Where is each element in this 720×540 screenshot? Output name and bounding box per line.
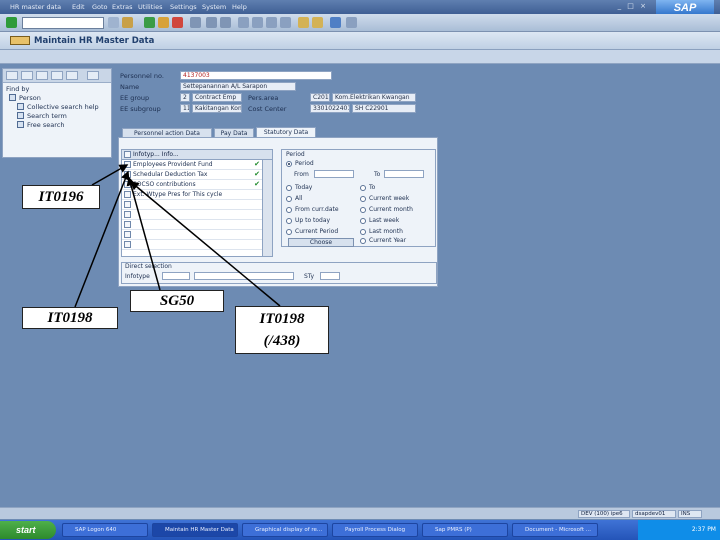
annotation-it0198-right: IT0198 (/438) [235, 306, 329, 354]
status-server: dsapdev01 [632, 510, 676, 518]
arrow-sg50 [126, 176, 161, 291]
annotation-arrows [74, 164, 281, 308]
annotation-it0198-left: IT0198 [22, 307, 118, 329]
start-button[interactable]: start [0, 521, 56, 539]
system-tray: 2:37 PM [638, 520, 720, 540]
arrow-it0198-right [129, 181, 281, 307]
status-system[interactable]: DEV (100) ipe6 [578, 510, 630, 518]
task-payroll-process[interactable]: Payroll Process Dialog [332, 523, 418, 537]
task-maintain-hr-master-data[interactable]: Maintain HR Master Data [152, 523, 238, 537]
task-sap-pmrs[interactable]: Sap PMRS (P) [422, 523, 508, 537]
arrow-it0196 [91, 164, 129, 186]
status-mode: INS [678, 510, 702, 518]
annotation-sg50: SG50 [130, 290, 224, 312]
task-document[interactable]: Document - Microsoft ... [512, 523, 598, 537]
status-bar: DEV (100) ipe6 dsapdev01 INS [0, 507, 720, 519]
task-graphical-display[interactable]: Graphical display of re... [242, 523, 328, 537]
task-sap-logon[interactable]: SAP Logon 640 [62, 523, 148, 537]
annotation-it0196: IT0196 [22, 185, 100, 209]
taskbar: start SAP Logon 640 Maintain HR Master D… [0, 520, 720, 540]
